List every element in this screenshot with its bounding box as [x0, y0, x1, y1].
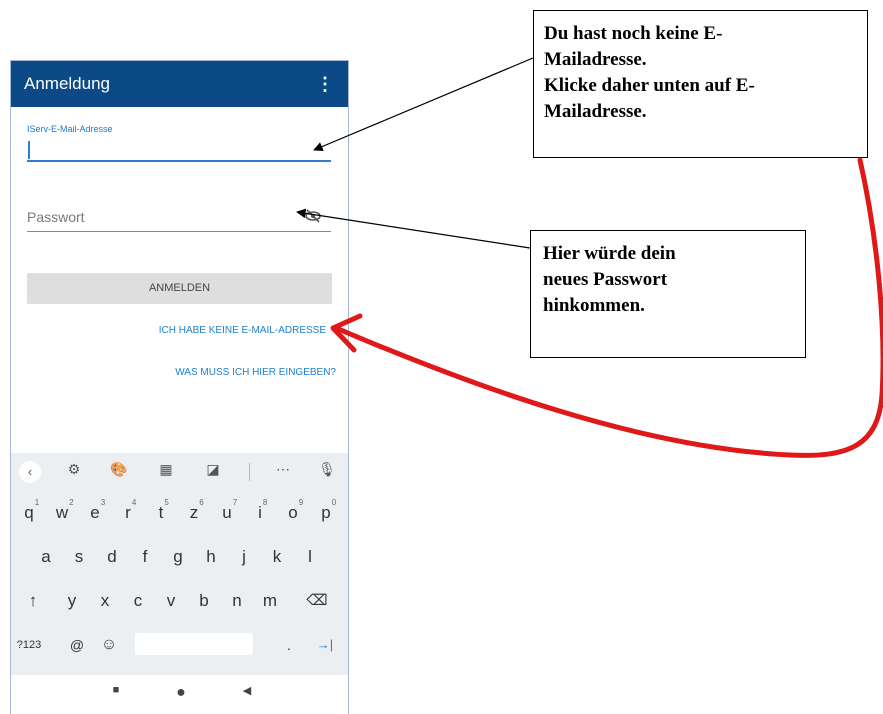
emoji-key-icon[interactable]: ☺	[93, 625, 125, 665]
key-e[interactable]: e3	[79, 493, 111, 533]
key-w[interactable]: w2	[46, 493, 78, 533]
key-q[interactable]: q1	[13, 493, 45, 533]
callout-no-email: Du hast noch keine E- Mailadresse. Klick…	[533, 10, 868, 158]
key-u[interactable]: u7	[211, 493, 243, 533]
key-a[interactable]: a	[30, 537, 62, 577]
app-title: Anmeldung	[24, 74, 111, 93]
key-v[interactable]: v	[155, 581, 187, 621]
keyboard-resize-icon[interactable]: ◪	[203, 461, 223, 478]
app-bar: Anmeldung ⋮	[11, 61, 348, 107]
key-i[interactable]: i8	[244, 493, 276, 533]
key-r[interactable]: r4	[112, 493, 144, 533]
login-button[interactable]: ANMELDEN	[27, 273, 332, 304]
home-icon[interactable]: ●	[171, 684, 191, 702]
key-at[interactable]: @	[61, 625, 93, 665]
recents-icon[interactable]: ■	[106, 684, 126, 696]
keyboard-theme-icon[interactable]: 🎨	[109, 461, 129, 478]
text-cursor	[28, 141, 30, 159]
key-c[interactable]: c	[122, 581, 154, 621]
email-field-label: IServ-E-Mail-Adresse	[27, 124, 113, 134]
keyboard-settings-icon[interactable]: ⚙	[64, 461, 84, 478]
visibility-toggle-icon[interactable]	[304, 209, 322, 227]
symbols-key[interactable]: ?123	[13, 625, 45, 665]
key-b[interactable]: b	[188, 581, 220, 621]
keyboard-row-1: q1 w2 e3 r4 t5 z6 u7 i8 o9 p0	[11, 493, 348, 533]
phone-screen: Anmeldung ⋮ IServ-E-Mail-Adresse Passwor…	[10, 60, 349, 714]
key-period[interactable]: .	[273, 625, 305, 665]
on-screen-keyboard: ‹ ⚙ 🎨 ▦ ◪ ⋯ 🎙 q1 w2 e3 r4 t5 z6 u7 i8 o9…	[11, 453, 348, 675]
shift-key-icon[interactable]: ↑	[17, 581, 49, 621]
key-y[interactable]: y	[56, 581, 88, 621]
key-p[interactable]: p0	[310, 493, 342, 533]
help-link[interactable]: WAS MUSS ICH HIER EINGEBEN?	[175, 367, 336, 378]
enter-key-icon[interactable]: →|	[309, 625, 341, 665]
key-k[interactable]: k	[261, 537, 293, 577]
callout-password: Hier würde dein neues Passwort hinkommen…	[530, 230, 806, 358]
key-x[interactable]: x	[89, 581, 121, 621]
keyboard-toolbar: ‹ ⚙ 🎨 ▦ ◪ ⋯ 🎙	[11, 453, 348, 491]
overflow-menu-icon[interactable]: ⋮	[316, 74, 334, 95]
no-email-link[interactable]: ICH HABE KEINE E-MAIL-ADRESSE	[159, 325, 326, 336]
keyboard-row-3: ↑ y x c v b n m ⌫	[11, 581, 348, 621]
back-icon[interactable]: ◀	[237, 684, 257, 697]
backspace-key-icon[interactable]: ⌫	[301, 581, 333, 621]
key-o[interactable]: o9	[277, 493, 309, 533]
key-n[interactable]: n	[221, 581, 253, 621]
email-field[interactable]	[27, 160, 331, 162]
space-key[interactable]	[135, 633, 253, 655]
microphone-off-icon[interactable]: 🎙	[317, 461, 337, 478]
key-z[interactable]: z6	[178, 493, 210, 533]
password-underline	[27, 231, 331, 232]
keyboard-row-4: ?123 @ ☺ . →|	[11, 625, 348, 665]
password-field[interactable]: Passwort	[27, 209, 85, 225]
keyboard-back-icon[interactable]: ‹	[19, 461, 41, 483]
key-h[interactable]: h	[195, 537, 227, 577]
key-l[interactable]: l	[294, 537, 326, 577]
keyboard-more-icon[interactable]: ⋯	[273, 461, 293, 478]
keyboard-layout-icon[interactable]: ▦	[156, 461, 176, 478]
key-d[interactable]: d	[96, 537, 128, 577]
key-g[interactable]: g	[162, 537, 194, 577]
key-t[interactable]: t5	[145, 493, 177, 533]
key-j[interactable]: j	[228, 537, 260, 577]
system-nav-bar: ■ ● ◀	[11, 675, 348, 714]
key-s[interactable]: s	[63, 537, 95, 577]
key-f[interactable]: f	[129, 537, 161, 577]
toolbar-divider	[249, 463, 250, 481]
key-m[interactable]: m	[254, 581, 286, 621]
keyboard-row-2: a s d f g h j k l	[11, 537, 348, 577]
